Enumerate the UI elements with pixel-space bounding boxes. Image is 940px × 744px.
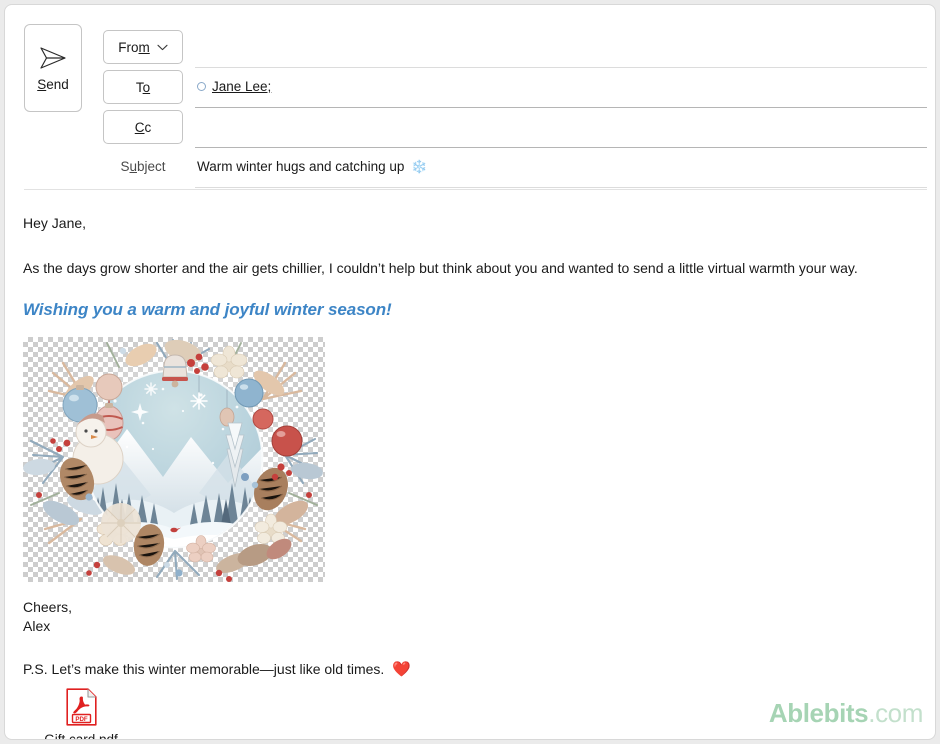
send-button[interactable]: Send — [24, 24, 82, 112]
ps-text: P.S. Let’s make this winter memorable—ju… — [23, 660, 385, 677]
to-button[interactable]: To — [103, 70, 183, 104]
chevron-down-icon — [157, 44, 168, 51]
to-label-pre: T — [135, 79, 143, 95]
subject-label-mnemonic: u — [129, 159, 137, 174]
recipient-name: Jane Lee; — [212, 79, 272, 94]
from-label-mnemonic: m — [138, 39, 150, 55]
attachment-item[interactable]: PDF Gift card.pdf — [39, 688, 123, 739]
from-field-rule — [195, 67, 927, 68]
cc-field-rule — [195, 147, 927, 148]
to-field-rule — [195, 107, 927, 108]
subject-field-rule — [195, 187, 927, 188]
snowflake-icon: ❄️ — [411, 159, 428, 174]
to-button-label: To — [136, 80, 150, 95]
header-divider — [24, 189, 927, 190]
mail-compose-window: Send From To Cc Subject Jane Lee; Warm w… — [4, 4, 936, 740]
greeting-text: Hey Jane, — [23, 215, 87, 231]
from-label-pre: Fro — [118, 39, 139, 55]
cc-label-rest: c — [144, 119, 152, 135]
ps-line: P.S. Let’s make this winter memorable—ju… — [23, 660, 915, 679]
pdf-file-icon: PDF — [65, 688, 97, 727]
intro-paragraph: As the days grow shorter and the air get… — [23, 259, 858, 276]
to-label-mnemonic: o — [142, 79, 151, 95]
watermark-brand: Ablebits — [768, 698, 869, 728]
subject-input[interactable]: Warm winter hugs and catching up ❄️ — [197, 159, 428, 174]
signoff-line-2: Alex — [23, 617, 51, 634]
watermark-tld: .com — [868, 698, 923, 728]
heart-icon: ❤️ — [392, 660, 411, 678]
winter-wreath-image[interactable] — [23, 336, 325, 582]
compose-header: Send From To Cc Subject Jane Lee; Warm w… — [5, 5, 935, 190]
attachment-filename: Gift card.pdf — [44, 732, 118, 739]
signoff-line-1: Cheers, — [23, 598, 73, 615]
wish-headline: Wishing you a warm and joyful winter sea… — [23, 299, 392, 319]
ablebits-watermark: Ablebits.com — [768, 698, 924, 729]
subject-text: Warm winter hugs and catching up — [197, 159, 405, 174]
subject-label: Subject — [103, 159, 183, 174]
to-field-recipient[interactable]: Jane Lee; — [197, 79, 271, 94]
message-body[interactable]: Hey Jane, As the days grow shorter and t… — [5, 193, 935, 739]
paper-plane-icon — [38, 45, 68, 71]
presence-circle-icon — [197, 82, 206, 91]
signoff-block: Cheers, Alex — [23, 598, 915, 636]
from-button-label: From — [118, 40, 150, 55]
from-button[interactable]: From — [103, 30, 183, 64]
winter-wreath-illustration — [23, 338, 324, 582]
cc-button-label: Cc — [135, 120, 152, 135]
cc-button[interactable]: Cc — [103, 110, 183, 144]
send-label-rest: end — [46, 76, 69, 92]
send-button-label: Send — [37, 78, 69, 92]
subject-label-rest: bject — [137, 159, 166, 174]
send-label-mnemonic: S — [37, 76, 47, 92]
cc-label-mnemonic: C — [134, 119, 145, 135]
pdf-badge-text: PDF — [75, 716, 88, 723]
